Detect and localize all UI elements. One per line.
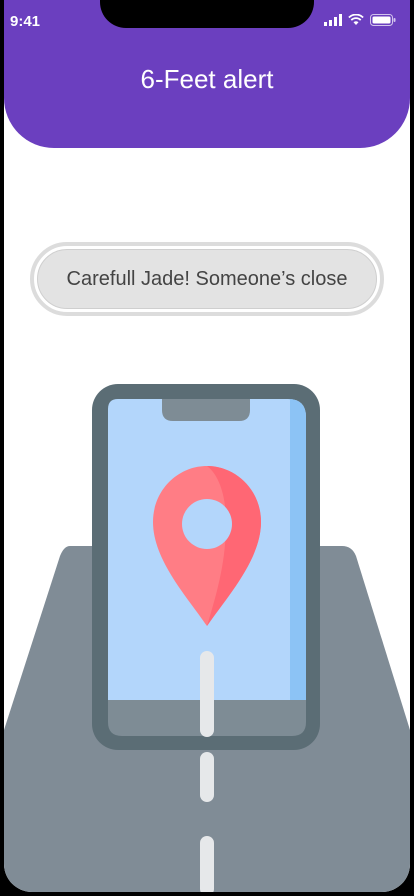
phone-notch xyxy=(162,399,250,421)
cellular-signal-icon xyxy=(324,14,342,26)
battery-icon xyxy=(370,14,396,26)
device-notch xyxy=(100,0,314,28)
page-title: 6-Feet alert xyxy=(140,64,274,94)
device-frame: 6-Feet alert 9:41 Carefull Jade! Someone… xyxy=(0,0,414,896)
screen-lane-mark xyxy=(200,651,214,737)
phone-on-road-illustration xyxy=(4,384,410,892)
status-time: 9:41 xyxy=(10,13,41,30)
status-icons xyxy=(324,14,396,26)
app-screen: 6-Feet alert 9:41 Carefull Jade! Someone… xyxy=(4,0,410,892)
lane-mark xyxy=(200,836,214,892)
lane-mark xyxy=(200,752,214,802)
alert-message: Carefull Jade! Someone’s close xyxy=(37,249,377,309)
wifi-icon xyxy=(348,14,364,25)
